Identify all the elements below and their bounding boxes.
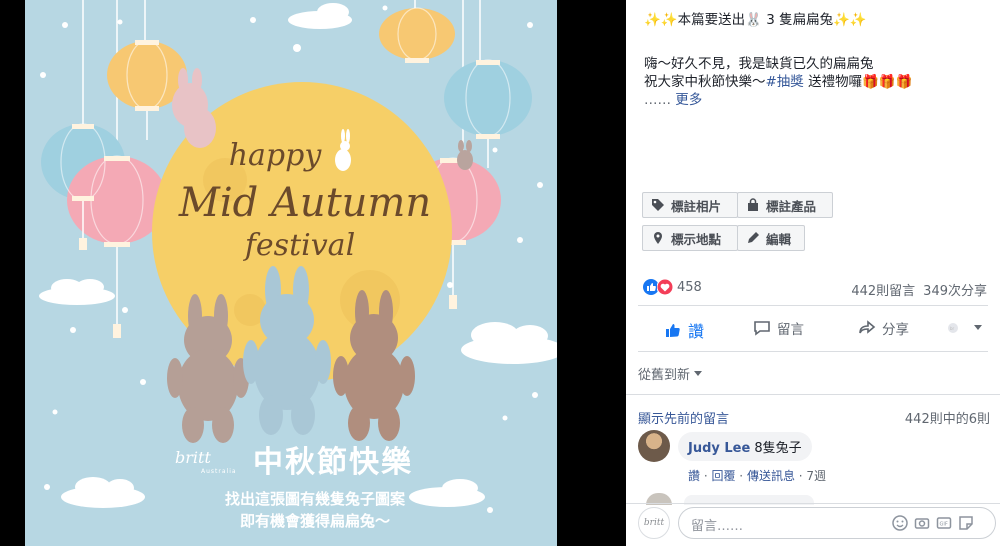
gift-emoji: 🎁🎁🎁 [862, 74, 913, 90]
comment-button[interactable]: 留言 [753, 318, 804, 338]
brand-sub: Australia [201, 468, 237, 475]
sticker-icon[interactable] [958, 515, 974, 531]
thumbs-up-icon [666, 324, 680, 337]
tag-photo-label: 標註相片 [671, 198, 722, 214]
poster-script-festival: festival [244, 228, 356, 263]
speech-bubble-icon [754, 321, 770, 336]
share-button[interactable]: 分享 [858, 318, 909, 338]
page-avatar[interactable]: britt [638, 507, 670, 539]
actions-divider [638, 351, 988, 352]
poster-headline: 中秋節快樂 [253, 445, 413, 480]
reactions-count: 458 [677, 279, 702, 295]
post-ellipsis: …… [644, 92, 671, 108]
post-photo[interactable]: happy Mid Autumn festival britt Australi… [25, 0, 557, 546]
tag-product-button[interactable]: 標註產品 [737, 192, 833, 218]
chevron-down-icon [974, 325, 982, 330]
add-location-label: 標示地點 [671, 231, 722, 247]
sort-divider [626, 394, 1000, 395]
poster-caption-line2: 即有機會獲得扁扁兔～ [239, 512, 390, 530]
share-arrow-icon [859, 320, 876, 334]
tag-photo-button[interactable]: 標註相片 [642, 192, 738, 218]
post-line2-suffix: 送禮物囉 [803, 74, 863, 90]
commenter-name[interactable]: Judy Lee [688, 441, 750, 456]
svg-text:GIF: GIF [940, 522, 948, 528]
camera-icon[interactable] [914, 515, 930, 531]
comment-like-link[interactable]: 讚 [688, 469, 700, 483]
svg-text:br: br [950, 326, 955, 331]
love-reaction-icon [657, 279, 673, 295]
poster-script-mid-autumn: Mid Autumn [178, 180, 432, 226]
comment-time: 7週 [806, 469, 827, 483]
comment-message-link[interactable]: 傳送訊息 [747, 469, 795, 483]
comments-count[interactable]: 442則留言 [851, 280, 915, 299]
comment-placeholder: 留言…… [691, 519, 744, 534]
sparkle-icon: ✨✨ [833, 12, 867, 28]
comment-text: 8隻兔子 [754, 441, 802, 456]
share-label: 分享 [882, 322, 909, 338]
add-location-button[interactable]: 標示地點 [642, 225, 738, 251]
photo-theater: happy Mid Autumn festival britt Australi… [0, 0, 1000, 546]
emoji-icon[interactable] [892, 515, 908, 531]
poster-script-happy: happy [228, 138, 322, 173]
pencil-icon [748, 232, 759, 243]
sort-label: 從舊到新 [638, 368, 691, 383]
show-previous-comments[interactable]: 顯示先前的留言 [638, 408, 729, 427]
tag-product-label: 標註產品 [766, 198, 817, 214]
audience-selector[interactable]: br [948, 322, 982, 334]
stats-divider [638, 305, 988, 306]
like-button[interactable]: 讚 [664, 318, 704, 342]
tag-icon [652, 199, 664, 211]
location-pin-icon [654, 232, 662, 244]
engagement-counts: 442則留言 349次分享 [851, 280, 987, 299]
post-side-panel: ✨✨本篇要送出🐰 3 隻扁扁兔✨✨ 嗨～好久不見，我是缺貨已久的扁扁兔 祝大家中… [626, 0, 1000, 546]
comment-label: 留言 [777, 322, 804, 338]
shares-count[interactable]: 349次分享 [923, 280, 987, 299]
composer-divider [626, 503, 1000, 504]
edit-label: 編輯 [766, 231, 792, 247]
post-line3: …… 更多 [644, 91, 702, 109]
post-title: 本篇要送出🐰 3 隻扁扁兔 [677, 12, 834, 28]
comment-sort-dropdown[interactable]: 從舊到新 [638, 364, 703, 383]
hashtag-link[interactable]: #抽獎 [766, 74, 804, 90]
shopping-bag-icon [748, 198, 758, 211]
brand-logo: britt [175, 448, 211, 467]
composer-tools: GIF [892, 515, 974, 531]
comment-bubble: Judy Lee 8隻兔子 [678, 432, 812, 461]
commenter-avatar[interactable] [638, 430, 670, 462]
post-title-line: ✨✨本篇要送出🐰 3 隻扁扁兔✨✨ [644, 11, 867, 29]
gif-icon[interactable]: GIF [936, 515, 952, 531]
chevron-down-icon [694, 370, 703, 376]
post-line1: 嗨～好久不見，我是缺貨已久的扁扁兔 [644, 56, 874, 72]
comment-meta: 讚 · 回覆 · 傳送訊息 · 7週 [688, 469, 827, 483]
like-label: 讚 [688, 322, 705, 341]
post-line2: 祝大家中秋節快樂～#抽獎 送禮物囉🎁🎁🎁 [644, 73, 913, 91]
post-line2-prefix: 祝大家中秋節快樂～ [644, 74, 766, 90]
see-more-link[interactable]: 更多 [675, 92, 702, 108]
comment-count-label: 442則中的6則 [904, 412, 990, 427]
edit-button[interactable]: 編輯 [737, 225, 805, 251]
page-avatar-mini-icon: br [948, 323, 958, 333]
comment-reply-link[interactable]: 回覆 [711, 469, 735, 483]
reactions-summary[interactable]: 458 [643, 279, 702, 295]
sparkle-icon: ✨✨ [644, 12, 678, 28]
poster-caption-line1: 找出這張圖有幾隻兔子圖案 [224, 490, 405, 508]
